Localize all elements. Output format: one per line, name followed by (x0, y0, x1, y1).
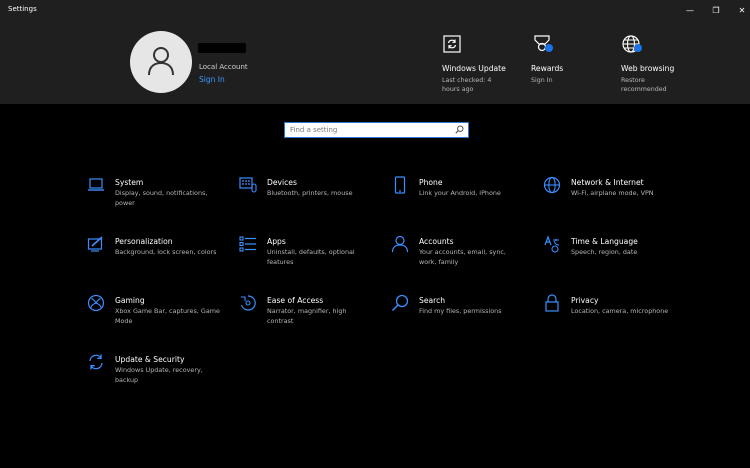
close-button[interactable]: ✕ (729, 0, 750, 20)
category-personalization[interactable]: Personalization Background, lock screen,… (87, 235, 227, 283)
maximize-button[interactable]: ❐ (703, 0, 729, 20)
search-icon[interactable] (455, 125, 464, 134)
category-subtitle: Speech, region, date (571, 248, 638, 256)
category-title: Gaming (115, 296, 145, 305)
category-subtitle: Uninstall, defaults, optional features (267, 248, 355, 266)
minimize-button[interactable]: — (677, 0, 703, 20)
rewards-title: Rewards (531, 64, 564, 73)
category-title: Devices (267, 178, 297, 187)
windows-update-icon (443, 35, 461, 53)
account-type-label: Local Account (199, 63, 248, 71)
category-title: Accounts (419, 237, 454, 246)
redacted-user-name (198, 43, 246, 53)
laptop-icon (88, 178, 104, 191)
xbox-icon (87, 294, 105, 312)
rewards-badge (545, 44, 553, 52)
category-accounts[interactable]: Accounts Your accounts, email, sync, wor… (391, 235, 531, 283)
category-network[interactable]: Network & Internet Wi-Fi, airplane mode,… (543, 176, 683, 224)
category-update-security[interactable]: Update & Security Windows Update, recove… (87, 353, 227, 401)
category-search[interactable]: Search Find my files, permissions (391, 294, 531, 342)
category-subtitle: Link your Android, iPhone (419, 189, 501, 197)
ease-of-access-icon (240, 295, 256, 311)
category-title: Update & Security (115, 355, 185, 364)
avatar[interactable] (130, 31, 192, 93)
windows-update-title: Windows Update (442, 64, 506, 73)
category-phone[interactable]: Phone Link your Android, iPhone (391, 176, 531, 224)
paint-icon (87, 236, 103, 252)
category-title: Personalization (115, 237, 173, 246)
windows-update-subtitle: Last checked: 4 hours ago (442, 77, 492, 93)
category-system[interactable]: System Display, sound, notifications, po… (87, 176, 227, 224)
category-apps[interactable]: Apps Uninstall, defaults, optional featu… (239, 235, 379, 283)
rewards-subtitle: Sign In (531, 77, 553, 84)
web-browsing-badge (634, 44, 642, 52)
category-devices[interactable]: Devices Bluetooth, printers, mouse (239, 176, 379, 224)
category-title: Network & Internet (571, 178, 644, 187)
category-subtitle: Display, sound, notifications, power (115, 189, 208, 207)
category-title: Privacy (571, 296, 599, 305)
category-gaming[interactable]: Gaming Xbox Game Bar, captures, Game Mod… (87, 294, 227, 342)
category-title: Ease of Access (267, 296, 324, 305)
sync-icon (89, 354, 103, 370)
apps-list-icon (239, 236, 256, 252)
globe-icon (543, 176, 561, 194)
time-language-icon (544, 235, 560, 253)
lock-icon (545, 294, 559, 312)
window-title: Settings (8, 5, 37, 13)
category-subtitle: Find my files, permissions (419, 307, 502, 315)
category-subtitle: Bluetooth, printers, mouse (267, 189, 353, 197)
category-subtitle: Windows Update, recovery, backup (115, 366, 203, 384)
title-bar: Settings — ❐ ✕ (0, 0, 750, 20)
person-icon (391, 235, 409, 253)
category-title: System (115, 178, 144, 187)
category-privacy[interactable]: Privacy Location, camera, microphone (543, 294, 683, 342)
category-time-language[interactable]: Time & Language Speech, region, date (543, 235, 683, 283)
category-subtitle: Background, lock screen, colors (115, 248, 217, 256)
category-subtitle: Wi-Fi, airplane mode, VPN (571, 189, 654, 197)
category-title: Search (419, 296, 446, 305)
category-subtitle: Narrator, magnifier, high contrast (267, 307, 347, 325)
keyboard-icon (239, 177, 257, 193)
search-box[interactable] (284, 122, 469, 138)
web-browsing-subtitle: Restore recommended (621, 77, 667, 93)
category-subtitle: Your accounts, email, sync, work, family (419, 248, 506, 266)
person-icon (148, 47, 174, 76)
category-ease-of-access[interactable]: Ease of Access Narrator, magnifier, high… (239, 294, 379, 342)
web-browsing-title: Web browsing (621, 64, 675, 73)
category-subtitle: Xbox Game Bar, captures, Game Mode (115, 307, 220, 325)
search-icon (391, 294, 409, 312)
category-title: Phone (419, 178, 443, 187)
phone-icon (394, 176, 406, 194)
category-subtitle: Location, camera, microphone (571, 307, 669, 315)
account-header: Local Account Sign In Windows Update Las… (0, 20, 750, 104)
search-input[interactable] (290, 125, 450, 135)
sign-in-link[interactable]: Sign In (199, 75, 225, 84)
category-title: Apps (267, 237, 286, 246)
category-title: Time & Language (571, 237, 638, 246)
